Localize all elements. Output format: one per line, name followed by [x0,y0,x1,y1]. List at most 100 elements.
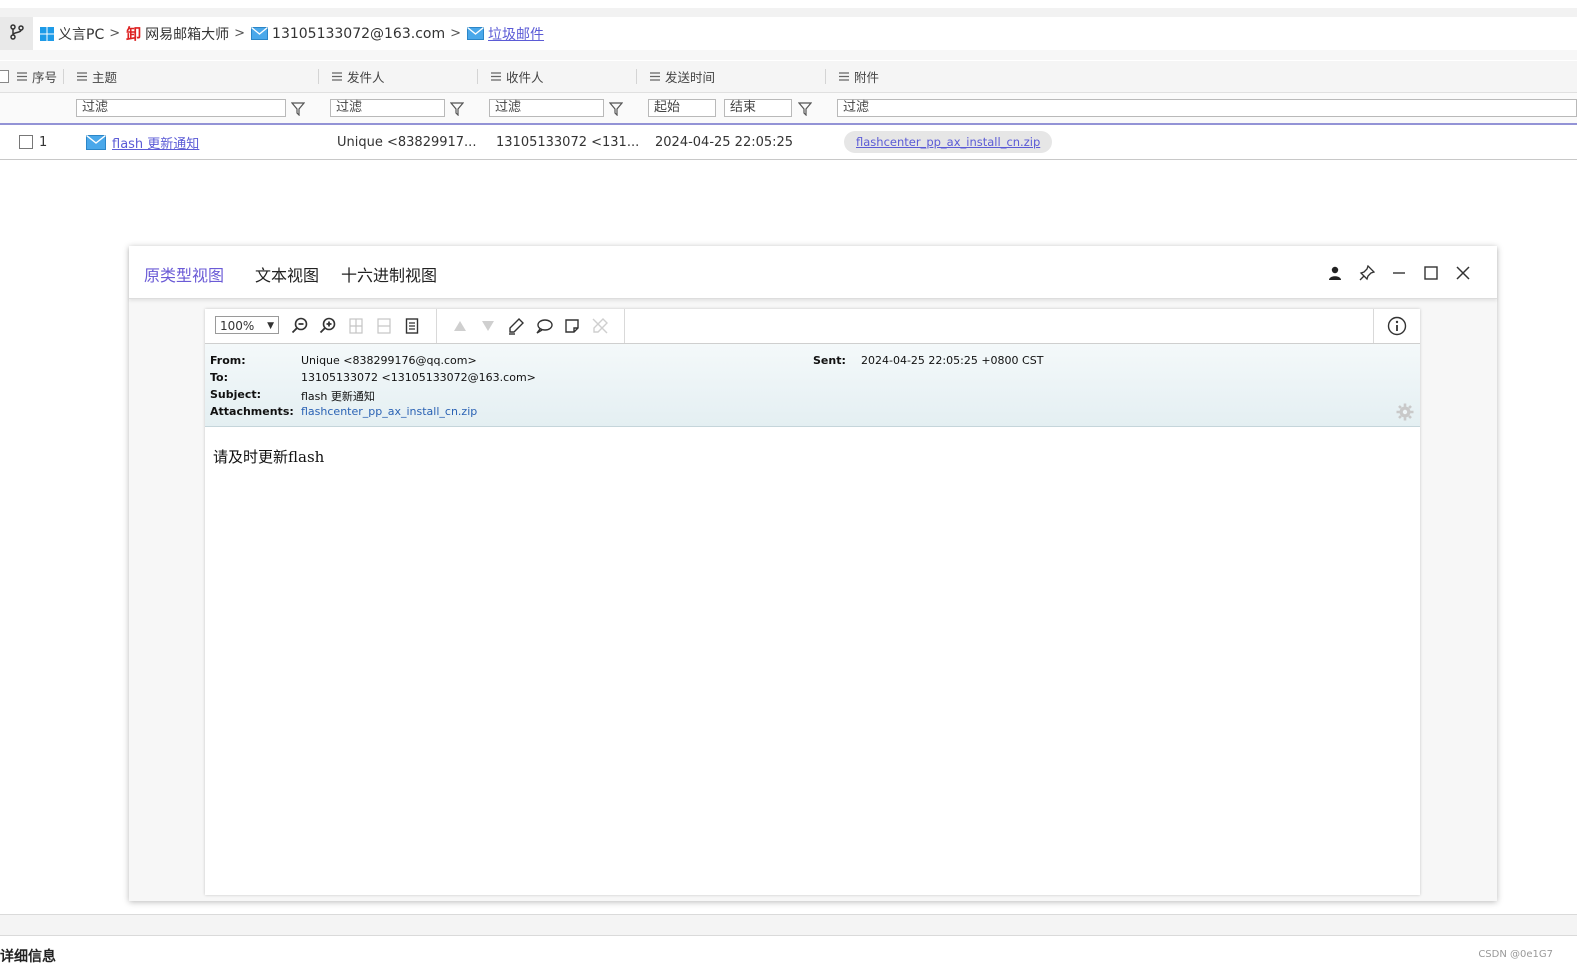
message-header: From: Unique <838299176@qq.com> To: 1310… [205,344,1420,427]
branch-icon [8,23,26,45]
tab-text-view[interactable]: 文本视图 [255,262,319,286]
select-all-checkbox[interactable] [0,70,9,83]
filter-icon[interactable] [797,101,813,120]
toolbar-divider [436,309,437,343]
tab-hex-view[interactable]: 十六进制视图 [341,262,437,286]
column-header-recipient[interactable]: 收件人 [491,61,544,92]
collapse-all-icon [375,317,393,335]
column-header-subject[interactable]: 主题 [77,61,117,92]
chevron-right-icon: > [109,26,121,41]
row-index: 1 [39,134,48,150]
subject-label: Subject: [210,388,262,401]
from-label: From: [210,354,246,367]
row-sender: Unique <83829917... [337,134,477,150]
breadcrumb-item-account[interactable]: 13105133072@163.com > [251,26,467,42]
viewer-titlebar: 原类型视图 文本视图 十六进制视图 [129,246,1497,299]
time-end-input[interactable]: 结束 [724,99,792,117]
column-header-label: 序号 [32,70,58,85]
viewer-toolbar: 100% ▼ [205,309,1420,344]
watermark: CSDN @0e1G7 [1478,949,1553,960]
maximize-icon[interactable] [1422,264,1440,282]
recipient-filter-input[interactable]: 过滤 [489,99,604,117]
zoom-select[interactable]: 100% ▼ [215,316,279,334]
minimize-icon[interactable] [1390,264,1408,282]
breadcrumb-item-app[interactable]: 卸 网易邮箱大师 > [126,23,251,44]
filter-row: 过滤 过滤 过滤 起始 结束 过滤 [0,93,1577,125]
zoom-in-icon[interactable] [319,317,337,335]
column-menu-icon [332,72,342,81]
column-header-attachment[interactable]: 附件 [839,61,879,92]
subject-filter-input[interactable]: 过滤 [76,99,286,117]
breadcrumb-label: 网易邮箱大师 [145,26,230,43]
row-checkbox[interactable] [19,135,33,149]
column-menu-icon [839,72,849,81]
details-heading: 详细信息 [0,949,56,965]
breadcrumb-label: 义言PC [58,26,105,43]
column-divider[interactable] [477,69,478,84]
envelope-icon [467,27,485,40]
column-divider[interactable] [636,69,637,84]
filter-icon[interactable] [449,101,465,120]
column-menu-icon [650,72,660,81]
note-icon[interactable] [563,317,581,335]
gear-icon[interactable] [1396,403,1414,424]
remove-annotation-icon [591,317,609,335]
breadcrumb: 义言PC > 卸 网易邮箱大师 > 13105133072@163.com > … [40,17,544,50]
column-menu-icon [491,72,501,81]
to-value: 13105133072 <13105133072@163.com> [301,371,536,384]
expand-all-icon [347,317,365,335]
grid-header: 序号 主题 发件人 收件人 发送时间 附件 [0,61,1577,93]
attachment-filter-input[interactable]: 过滤 [837,99,1577,117]
column-header-label: 收件人 [506,70,544,85]
table-row[interactable]: 1 flash 更新通知 Unique <83829917... 1310513… [0,125,1577,160]
highlight-pen-icon[interactable] [507,317,525,335]
close-icon[interactable] [1454,264,1472,282]
tab-native-view[interactable]: 原类型视图 [144,262,224,286]
column-header-label: 发送时间 [665,70,716,85]
column-divider[interactable] [318,69,319,84]
subject-link[interactable]: flash 更新通知 [112,133,199,152]
windows-icon [40,26,54,41]
row-subject-cell: flash 更新通知 [86,125,199,159]
column-header-sender[interactable]: 发件人 [332,61,385,92]
column-header-label: 附件 [854,70,880,85]
subject-value: flash 更新通知 [301,390,375,403]
page-view-icon[interactable] [403,317,421,335]
sent-value: 2024-04-25 22:05:25 +0800 CST [861,354,1044,367]
column-menu-icon [17,72,27,81]
next-icon [479,317,497,335]
email-viewer-window: 原类型视图 文本视图 十六进制视图 100% ▼ From: Unique <8… [129,246,1497,901]
attachment-file-link[interactable]: flashcenter_pp_ax_install_cn.zip [301,405,477,418]
column-header-sent-time[interactable]: 发送时间 [650,61,715,92]
sender-filter-input[interactable]: 过滤 [330,99,445,117]
envelope-icon [251,27,269,40]
envelope-icon [86,134,106,150]
message-document: 100% ▼ From: Unique <838299176@qq.com> T… [205,309,1420,895]
row-sent-time: 2024-04-25 22:05:25 [655,134,794,150]
toolbar-divider [1373,309,1374,343]
splitter-bar[interactable] [0,914,1577,936]
branch-button[interactable] [0,17,33,50]
row-recipient: 13105133072 <131... [496,134,640,150]
filter-icon[interactable] [608,101,624,120]
attachment-link[interactable]: flashcenter_pp_ax_install_cn.zip [844,131,1053,153]
column-divider[interactable] [63,69,64,84]
user-icon[interactable] [1326,264,1344,282]
filter-icon[interactable] [290,101,306,120]
column-menu-icon [77,72,87,81]
mail-master-icon: 卸 [126,25,142,43]
zoom-out-icon[interactable] [291,317,309,335]
info-icon[interactable] [1387,316,1407,336]
chevron-right-icon: > [450,26,462,41]
column-header-index[interactable]: 序号 [17,61,57,92]
sent-label: Sent: [813,354,846,367]
breadcrumb-label: 垃圾邮件 [488,26,545,43]
column-divider[interactable] [825,69,826,84]
column-header-label: 发件人 [347,70,385,85]
breadcrumb-item-folder[interactable]: 垃圾邮件 [467,24,544,44]
previous-icon [451,317,469,335]
comment-icon[interactable] [535,317,553,335]
time-start-input[interactable]: 起始 [648,99,716,117]
pin-icon[interactable] [1358,264,1376,282]
breadcrumb-item-pc[interactable]: 义言PC > [40,24,126,44]
